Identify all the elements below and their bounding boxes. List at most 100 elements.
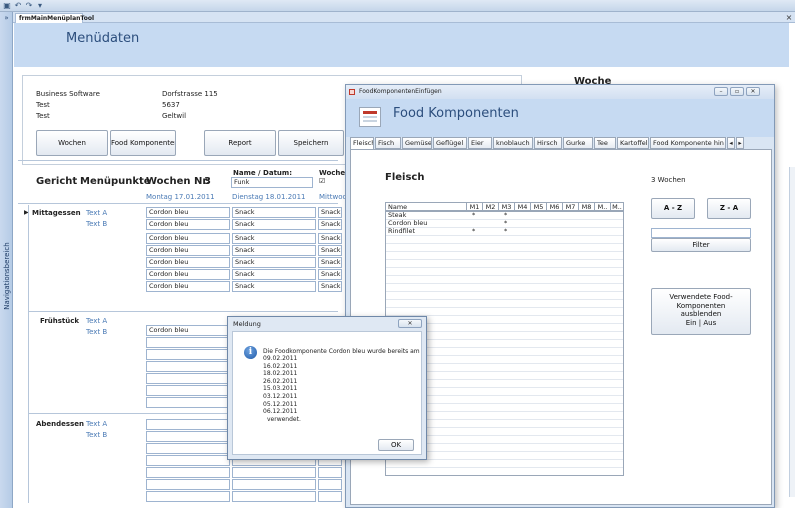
close-document-icon[interactable]: × [783,12,795,23]
access-icon[interactable]: ▣ [2,1,12,10]
customize-icon[interactable]: ▾ [35,1,45,10]
undo-icon[interactable]: ↶ [13,1,23,10]
menu-cell[interactable]: Snack [318,233,342,244]
redo-icon[interactable]: ↷ [24,1,34,10]
filter-button[interactable]: Filter [651,238,751,252]
menu-cell[interactable]: Snack [232,207,316,218]
dialog-date: 26.02.2011 [263,377,298,385]
menu-cell[interactable] [232,479,316,490]
woche-column-label: Woche [319,169,346,177]
document-tab[interactable]: frmMainMenüplanTool [15,13,94,23]
close-icon[interactable]: ✕ [746,87,760,96]
menu-cell[interactable]: Snack [318,281,342,292]
menu-cell[interactable] [146,373,230,384]
menu-cell[interactable] [146,361,230,372]
menu-cell[interactable] [146,349,230,360]
tab-food-komponente-hin[interactable]: Food Komponente hin [650,137,726,149]
tab-hirsch[interactable]: Hirsch [534,137,562,149]
menu-cell[interactable] [146,385,230,396]
tab-scroll-right-icon[interactable]: ▸ [736,137,744,149]
tab-kartoffel[interactable]: Kartoffel [617,137,649,149]
filter-input[interactable] [651,228,751,238]
maximize-icon[interactable]: ▫ [730,87,744,96]
report-button[interactable]: Report [204,130,276,156]
toggle-label-line: Komponenten [676,301,726,310]
menu-cell[interactable]: Snack [318,207,342,218]
grid-header: M8 [578,202,595,211]
grid-header: M6 [546,202,563,211]
menu-cell[interactable]: Snack [232,219,316,230]
menu-cell[interactable] [146,397,230,408]
sort-az-button[interactable]: A - Z [651,198,695,219]
menu-item-text-b: Text B [86,431,108,439]
dialog-title: Meldung [233,320,261,328]
menu-cell[interactable]: Snack [318,269,342,280]
menu-cell[interactable] [146,467,230,478]
food-window-title: FoodKomponentenEinfügen [359,88,442,95]
ok-button[interactable]: OK [378,439,414,451]
tab-scroll-left-icon[interactable]: ◂ [727,137,735,149]
menu-cell[interactable]: Snack [318,257,342,268]
tab-gefl-gel[interactable]: Geflügel [433,137,467,149]
tab-eier[interactable]: Eier [468,137,492,149]
vertical-scrollbar[interactable] [789,167,795,497]
menu-cell[interactable]: Snack [232,245,316,256]
menu-cell[interactable]: Cordon bleu [146,207,230,218]
menu-cell[interactable] [232,467,316,478]
tab-fisch[interactable]: Fisch [375,137,401,149]
company-line3: Test [36,112,50,120]
menuepunkte-header: Menüpunkte [80,176,151,187]
food-komponenten-button[interactable]: Food Komponenten [110,130,176,156]
menu-cell[interactable] [318,467,342,478]
menu-cell[interactable]: Cordon bleu [146,257,230,268]
menu-cell[interactable]: Snack [318,245,342,256]
dialog-date: 15.03.2011 [263,385,298,393]
menu-cell[interactable] [146,491,230,502]
menu-cell[interactable] [232,491,316,502]
menu-cell[interactable]: Snack [232,257,316,268]
menu-cell[interactable]: Cordon bleu [146,281,230,292]
tab-gem-se[interactable]: Gemüse [402,137,432,149]
grid-mark: * [472,227,476,235]
divider [18,160,338,161]
navigation-pane-label[interactable]: Navigationsbereich [3,229,11,323]
menu-cell[interactable]: Snack [318,219,342,230]
menu-cell[interactable]: Snack [232,233,316,244]
sort-za-button[interactable]: Z - A [707,198,751,219]
speichern-button[interactable]: Speichern [278,130,344,156]
navigation-pane[interactable]: » Navigationsbereich [0,12,13,508]
minimize-icon[interactable]: – [714,87,728,96]
tab-knoblauch[interactable]: knoblauch [493,137,533,149]
tab-tee[interactable]: Tee [594,137,616,149]
menu-cell[interactable] [146,431,230,442]
grid-row-name[interactable]: Rindfilet [388,227,415,235]
toggle-used-components-button[interactable]: Verwendete Food- Komponenten ausblenden … [651,288,751,335]
tab-gurke[interactable]: Gurke [563,137,593,149]
menu-cell[interactable] [146,455,230,466]
menu-cell[interactable]: Cordon bleu [146,245,230,256]
food-window-titlebar[interactable]: FoodKomponentenEinfügen – ▫ ✕ [346,85,774,99]
grid-row-name[interactable]: Steak [388,211,406,219]
nav-expand-icon[interactable]: » [0,13,13,23]
menu-cell[interactable] [146,419,230,430]
menu-cell[interactable] [146,479,230,490]
form-icon [349,89,355,95]
grid-row-name[interactable]: Cordon bleu [388,219,427,227]
woche-checkbox[interactable]: ☑ [319,177,325,185]
name-input[interactable]: Funk [231,177,313,188]
menu-cell[interactable]: Cordon bleu [146,233,230,244]
menu-cell[interactable]: Cordon bleu [146,219,230,230]
menu-cell[interactable]: Cordon bleu [146,269,230,280]
menu-cell[interactable]: Cordon bleu [146,325,230,336]
menu-item-text-b: Text B [86,328,108,336]
category-title: Fleisch [385,172,425,183]
section-abendessen: Abendessen [36,420,84,428]
menu-cell[interactable]: Snack [232,281,316,292]
menu-cell[interactable] [146,443,230,454]
dialog-close-icon[interactable]: ✕ [398,319,422,328]
menu-cell[interactable] [318,479,342,490]
menu-cell[interactable] [146,337,230,348]
wochen-button[interactable]: Wochen [36,130,108,156]
menu-cell[interactable]: Snack [232,269,316,280]
menu-cell[interactable] [318,491,342,502]
